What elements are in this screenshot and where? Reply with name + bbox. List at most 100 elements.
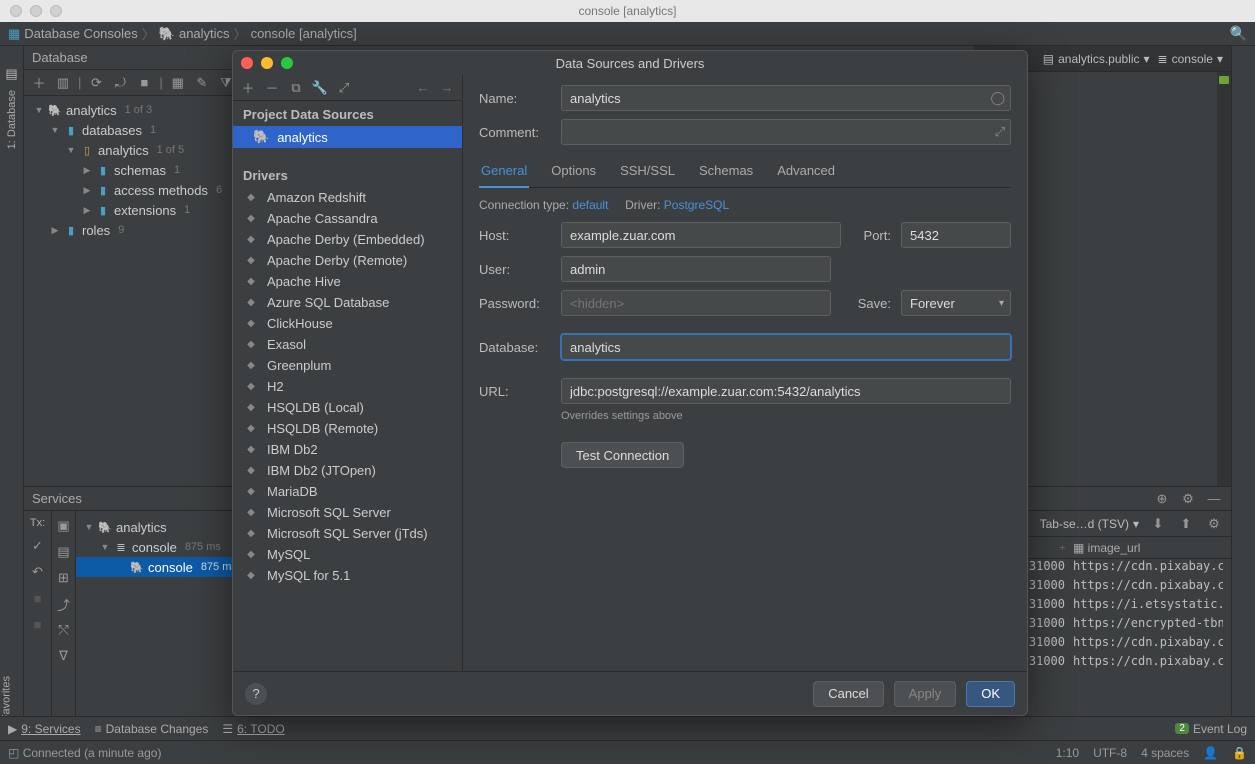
driver-item[interactable]: ◆IBM Db2: [233, 439, 462, 460]
url-input[interactable]: [561, 378, 1011, 404]
driver-item[interactable]: ◆Apache Hive: [233, 271, 462, 292]
driver-item[interactable]: ◆MySQL for 5.1: [233, 565, 462, 586]
driver-item[interactable]: ◆Greenplum: [233, 355, 462, 376]
name-input[interactable]: [561, 85, 1011, 111]
expand-icon[interactable]: ▣: [55, 517, 73, 535]
ok-button[interactable]: OK: [966, 681, 1015, 707]
download-icon[interactable]: ⬇: [1149, 515, 1167, 533]
datasource-icon[interactable]: ▥: [54, 74, 72, 92]
comment-input[interactable]: [561, 119, 1011, 145]
collapse-icon[interactable]: ▤: [55, 543, 73, 561]
driver-item[interactable]: ◆HSQLDB (Remote): [233, 418, 462, 439]
link-icon[interactable]: ⤴: [55, 595, 73, 613]
driver-item[interactable]: ◆HSQLDB (Local): [233, 397, 462, 418]
db-changes-tool-button[interactable]: ≡ Database Changes: [95, 722, 209, 736]
cancel-button[interactable]: Cancel: [813, 681, 883, 707]
driver-item[interactable]: ◆Azure SQL Database: [233, 292, 462, 313]
driver-item[interactable]: ◆Exasol: [233, 334, 462, 355]
driver-item[interactable]: ◆Apache Cassandra: [233, 208, 462, 229]
breadcrumb-item[interactable]: console [analytics]: [251, 26, 357, 41]
driver-icon: ◆: [243, 318, 259, 330]
format-selector[interactable]: Tab-se…d (TSV) ▾: [1040, 517, 1139, 531]
left-strip-label[interactable]: 1: Database: [6, 90, 18, 149]
expand-icon[interactable]: ⤢: [995, 124, 1005, 140]
data-sources-dialog: Data Sources and Drivers ＋ － ⧉ 🔧 ⤢ ← → P…: [232, 50, 1028, 716]
dialog-titlebar[interactable]: Data Sources and Drivers: [233, 51, 1027, 75]
breadcrumb-item[interactable]: ▦ Database Consoles: [8, 26, 138, 42]
dialog-footer: ? Cancel Apply OK: [233, 671, 1027, 715]
driver-item[interactable]: ◆ClickHouse: [233, 313, 462, 334]
table-icon[interactable]: ▦: [169, 74, 187, 92]
stop-icon[interactable]: ■: [135, 74, 153, 92]
remove-icon[interactable]: －: [263, 79, 281, 97]
minimize-icon[interactable]: —: [1205, 490, 1223, 508]
indent[interactable]: 4 spaces: [1141, 746, 1189, 760]
column-header[interactable]: ▦ image_url: [1073, 541, 1223, 555]
copy-icon[interactable]: ⧉: [287, 79, 305, 97]
driver-item[interactable]: ◆Apache Derby (Remote): [233, 250, 462, 271]
filter-icon[interactable]: ∇: [55, 647, 73, 665]
driver-icon: ◆: [243, 549, 259, 561]
connection-type-link[interactable]: default: [572, 198, 608, 212]
tool-window-icon[interactable]: ◰: [8, 746, 19, 760]
rollback-icon[interactable]: ↶: [29, 563, 47, 581]
tab-advanced[interactable]: Advanced: [775, 159, 837, 187]
merge-icon[interactable]: ⤲: [55, 621, 73, 639]
data-source-item[interactable]: 🐘 analytics: [233, 126, 462, 148]
add-icon[interactable]: ＋: [239, 79, 257, 97]
user-input[interactable]: [561, 256, 831, 282]
refresh-icon[interactable]: ⟳: [87, 74, 105, 92]
add-icon[interactable]: ＋: [30, 74, 48, 92]
driver-item[interactable]: ◆Microsoft SQL Server: [233, 502, 462, 523]
host-input[interactable]: [561, 222, 841, 248]
driver-icon: ◆: [243, 402, 259, 414]
schema-selector[interactable]: ▤ analytics.public ▾: [1043, 52, 1150, 66]
tab-schemas[interactable]: Schemas: [697, 159, 755, 187]
search-icon[interactable]: 🔍: [1230, 25, 1247, 42]
left-tool-strip: ▤ 1: Database ★Favorites: [0, 46, 24, 740]
test-connection-button[interactable]: Test Connection: [561, 442, 684, 468]
sync-icon[interactable]: ⤾: [111, 74, 129, 92]
url-label: URL:: [479, 384, 551, 399]
password-input[interactable]: [561, 290, 831, 316]
encoding[interactable]: UTF-8: [1093, 746, 1127, 760]
inspector-icon[interactable]: 👤: [1203, 746, 1218, 760]
services-tool-button[interactable]: ▶ 9: Services: [8, 722, 81, 736]
driver-item[interactable]: ◆H2: [233, 376, 462, 397]
breadcrumb-item[interactable]: 🐘 analytics: [159, 26, 230, 42]
todo-tool-button[interactable]: ☰ 6: TODO: [222, 722, 284, 736]
gear-icon[interactable]: ⚙: [1179, 490, 1197, 508]
driver-link[interactable]: PostgreSQL: [664, 198, 729, 212]
database-input[interactable]: [561, 334, 1011, 360]
upload-icon[interactable]: ⬆: [1177, 515, 1195, 533]
console-selector[interactable]: ≣ console ▾: [1158, 52, 1223, 66]
help-icon[interactable]: ?: [245, 683, 267, 705]
commit-icon[interactable]: ✓: [29, 537, 47, 555]
driver-item[interactable]: ◆Amazon Redshift: [233, 187, 462, 208]
grid-icon[interactable]: ⊞: [55, 569, 73, 587]
driver-item[interactable]: ◆Microsoft SQL Server (jTds): [233, 523, 462, 544]
driver-item[interactable]: ◆Apache Derby (Embedded): [233, 229, 462, 250]
driver-item[interactable]: ◆MySQL: [233, 544, 462, 565]
driver-item[interactable]: ◆IBM Db2 (JTOpen): [233, 460, 462, 481]
window-title: console [analytics]: [0, 4, 1255, 18]
color-ring-icon[interactable]: ◯: [990, 90, 1005, 106]
chart-icon[interactable]: ⤢: [335, 79, 353, 97]
stop-icon[interactable]: ■: [29, 589, 47, 607]
caret-position[interactable]: 1:10: [1056, 746, 1079, 760]
gear-icon[interactable]: ⚙: [1205, 515, 1223, 533]
event-log-button[interactable]: 2 Event Log: [1175, 722, 1247, 736]
wrench-icon[interactable]: 🔧: [311, 79, 329, 97]
apply-button[interactable]: Apply: [894, 681, 957, 707]
tab-general[interactable]: General: [479, 159, 529, 188]
driver-item[interactable]: ◆MariaDB: [233, 481, 462, 502]
target-icon[interactable]: ⊕: [1153, 490, 1171, 508]
tab-ssh[interactable]: SSH/SSL: [618, 159, 677, 187]
tab-options[interactable]: Options: [549, 159, 598, 187]
lock-icon[interactable]: 🔒: [1232, 746, 1247, 760]
database-tool-icon[interactable]: ▤: [5, 66, 17, 82]
edit-icon[interactable]: ✎: [193, 74, 211, 92]
stop-icon[interactable]: ■: [29, 615, 47, 633]
port-input[interactable]: [901, 222, 1011, 248]
save-select[interactable]: Forever: [901, 290, 1011, 316]
